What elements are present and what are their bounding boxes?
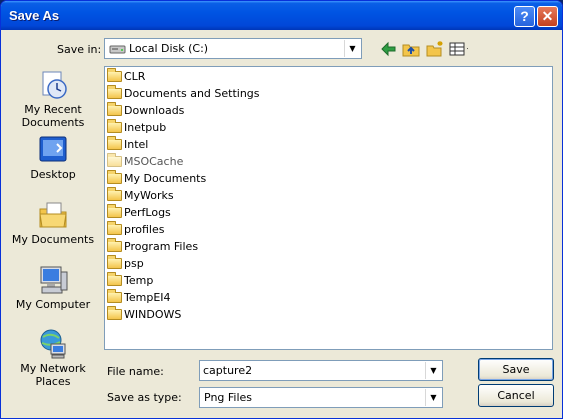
- save-as-type-dropdown[interactable]: Png Files ▼: [199, 387, 443, 408]
- help-button[interactable]: ?: [514, 6, 535, 27]
- list-item[interactable]: Inetpub: [107, 119, 166, 136]
- close-button[interactable]: ✕: [537, 6, 558, 27]
- place-label: My Computer: [15, 298, 91, 311]
- folder-icon: [107, 306, 122, 320]
- chevron-down-icon[interactable]: ▼: [344, 40, 360, 57]
- list-item[interactable]: My Documents: [107, 170, 206, 187]
- list-item[interactable]: MyWorks: [107, 187, 174, 204]
- list-item[interactable]: Downloads: [107, 102, 184, 119]
- cancel-button[interactable]: Cancel: [478, 384, 554, 407]
- save-in-label: Save in:: [57, 43, 102, 56]
- folder-icon: [107, 136, 122, 150]
- folder-icon: [107, 187, 122, 201]
- up-folder-icon[interactable]: [401, 40, 421, 58]
- list-item[interactable]: MSOCache: [107, 153, 183, 170]
- folder-icon: [107, 170, 122, 184]
- file-name-label: File name:: [107, 365, 164, 378]
- list-item[interactable]: PerfLogs: [107, 204, 171, 221]
- local-disk-icon: [109, 45, 126, 54]
- new-folder-icon[interactable]: [425, 40, 445, 58]
- back-icon[interactable]: [379, 40, 399, 58]
- folder-icon: [107, 272, 122, 286]
- save-in-dropdown[interactable]: Local Disk (C:) ▼: [104, 38, 362, 59]
- title-bar[interactable]: Save As ? ✕: [1, 1, 562, 30]
- view-menu-icon[interactable]: [448, 40, 468, 58]
- network-places-icon: [40, 329, 66, 359]
- file-name-value: capture2: [203, 364, 253, 377]
- place-label: My Documents: [11, 233, 95, 246]
- place-label: My Network Places: [20, 362, 86, 388]
- folder-icon: [107, 255, 122, 269]
- list-item[interactable]: profiles: [107, 221, 164, 238]
- save-as-type-label: Save as type:: [107, 391, 182, 404]
- list-item[interactable]: psp: [107, 255, 144, 272]
- list-item[interactable]: Documents and Settings: [107, 85, 260, 102]
- place-my-recent-documents[interactable]: My Recent Documents: [7, 69, 99, 129]
- my-documents-icon: [39, 202, 67, 228]
- list-item[interactable]: Intel: [107, 136, 148, 153]
- place-my-documents[interactable]: My Documents: [7, 199, 99, 246]
- chevron-down-icon[interactable]: ▼: [425, 362, 441, 379]
- place-label: My Recent Documents: [21, 103, 85, 129]
- save-as-dialog: Save As ? ✕ Save in: Local Disk (C:) ▼ M…: [0, 0, 563, 419]
- desktop-icon: [39, 136, 67, 162]
- save-as-type-value: Png Files: [204, 391, 253, 404]
- folder-icon: [107, 85, 122, 99]
- list-item[interactable]: WINDOWS: [107, 306, 181, 323]
- place-my-network-places[interactable]: My Network Places: [7, 328, 99, 388]
- folder-icon: [107, 119, 122, 133]
- list-item[interactable]: CLR: [107, 68, 145, 85]
- folder-icon: [107, 68, 122, 82]
- save-in-value: Local Disk (C:): [129, 42, 209, 55]
- recent-documents-icon: [42, 71, 67, 99]
- folder-icon: [107, 153, 122, 167]
- folder-icon: [107, 221, 122, 235]
- window-title: Save As: [9, 8, 60, 23]
- list-item[interactable]: Program Files: [107, 238, 198, 255]
- my-computer-icon: [40, 266, 68, 294]
- file-list[interactable]: CLR Documents and Settings Downloads Ine…: [104, 66, 553, 350]
- folder-icon: [107, 289, 122, 303]
- place-desktop[interactable]: Desktop: [7, 134, 99, 181]
- folder-icon: [107, 238, 122, 252]
- list-item[interactable]: Temp: [107, 272, 153, 289]
- chevron-down-icon[interactable]: ▼: [425, 389, 441, 406]
- place-my-computer[interactable]: My Computer: [7, 264, 99, 311]
- places-bar: My Recent Documents Desktop My Documents: [7, 64, 99, 411]
- list-item[interactable]: TempEI4: [107, 289, 171, 306]
- folder-icon: [107, 102, 122, 116]
- file-name-input[interactable]: capture2 ▼: [199, 360, 443, 381]
- folder-icon: [107, 204, 122, 218]
- place-label: Desktop: [30, 168, 76, 181]
- save-button[interactable]: Save: [478, 358, 554, 381]
